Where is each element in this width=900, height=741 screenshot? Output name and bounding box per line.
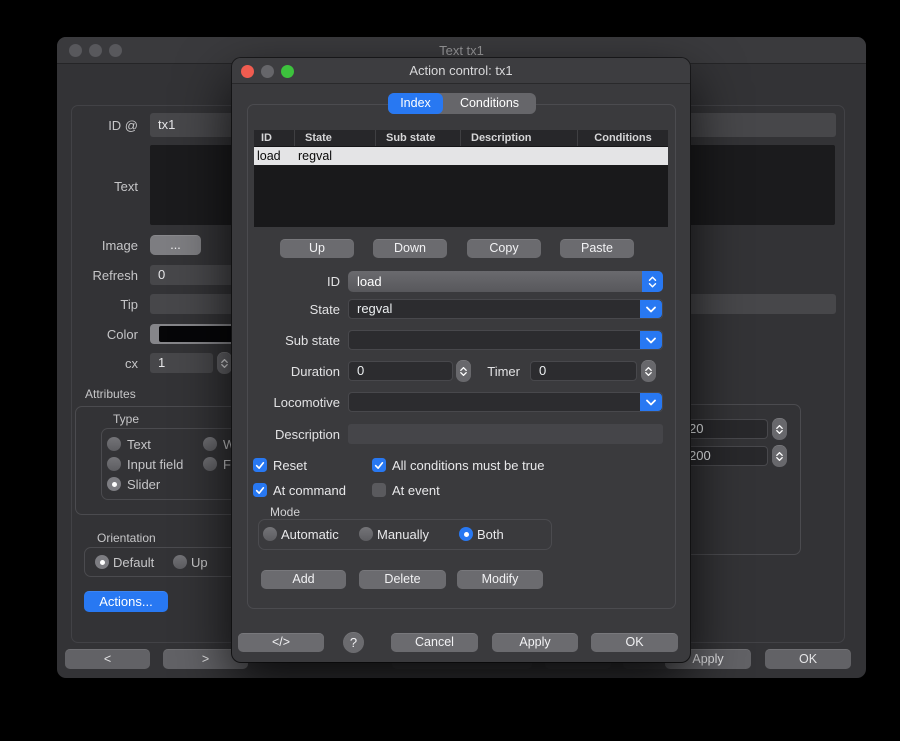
locomotive-combo[interactable]: [348, 392, 663, 412]
tab-conditions[interactable]: Conditions: [443, 93, 536, 114]
sub-state-combo[interactable]: [348, 330, 663, 350]
radio-type-input-field-label: Input field: [127, 457, 183, 472]
radio-automatic[interactable]: [263, 527, 277, 541]
dialog-title: Action control: tx1: [232, 58, 690, 84]
radio-type-slider-label: Slider: [127, 477, 160, 492]
radio-type-text[interactable]: [107, 437, 121, 451]
popup-updown-icon[interactable]: [642, 271, 663, 292]
radio-orientation-default-label: Default: [113, 555, 154, 570]
reset-checkbox[interactable]: [253, 458, 267, 472]
col-state[interactable]: State: [295, 130, 376, 146]
cx-stepper[interactable]: [217, 352, 232, 374]
type-label: Type: [113, 412, 139, 426]
radio-type-text-label: Text: [127, 437, 151, 452]
prev-button[interactable]: <: [65, 649, 150, 669]
orientation-label: Orientation: [97, 531, 156, 545]
radio-manually-label: Manually: [377, 527, 429, 542]
radio-orientation-up[interactable]: [173, 555, 187, 569]
delete-button[interactable]: Delete: [359, 570, 446, 589]
desktop: Text tx1 ID @ tx1 Text Image ... Refresh…: [0, 0, 900, 741]
col-id[interactable]: ID: [254, 130, 295, 146]
modify-button[interactable]: Modify: [457, 570, 543, 589]
bg-right-stepper-1[interactable]: [772, 418, 787, 440]
chevron-down-icon[interactable]: [640, 300, 662, 318]
description-label: Description: [242, 425, 340, 445]
text-label: Text: [77, 177, 138, 197]
table-row[interactable]: load regval: [254, 147, 668, 165]
duration-field[interactable]: 0: [348, 361, 453, 381]
radio-orientation-default[interactable]: [95, 555, 109, 569]
duration-stepper[interactable]: [456, 360, 471, 382]
action-table[interactable]: ID State Sub state Description Condition…: [253, 129, 669, 228]
state-label: State: [242, 300, 340, 320]
cancel-button[interactable]: Cancel: [391, 633, 478, 652]
radio-type-slider[interactable]: [107, 477, 121, 491]
radio-orientation-up-label: Up: [191, 555, 208, 570]
radio-type-col2-1[interactable]: [203, 437, 217, 451]
bg-right-field-1[interactable]: 20: [680, 419, 768, 439]
code-button[interactable]: </>: [238, 633, 324, 652]
tab-index[interactable]: Index: [388, 93, 443, 114]
mode-label: Mode: [270, 505, 300, 519]
col-sub-state[interactable]: Sub state: [376, 130, 461, 146]
at-event-checkbox-label: At event: [392, 483, 440, 498]
paste-button[interactable]: Paste: [560, 239, 634, 258]
cell-state: regval: [298, 147, 332, 165]
id-label: ID: [242, 272, 340, 292]
radio-automatic-label: Automatic: [281, 527, 339, 542]
radio-type-input-field[interactable]: [107, 457, 121, 471]
tip-label: Tip: [77, 295, 138, 315]
description-field[interactable]: [348, 424, 663, 444]
all-conditions-checkbox-label: All conditions must be true: [392, 458, 544, 473]
image-browse-button[interactable]: ...: [150, 235, 201, 255]
radio-both-label: Both: [477, 527, 504, 542]
at-command-checkbox-label: At command: [273, 483, 346, 498]
actions-button[interactable]: Actions...: [84, 591, 168, 612]
help-button[interactable]: ?: [343, 632, 364, 653]
reset-checkbox-label: Reset: [273, 458, 307, 473]
col-conditions[interactable]: Conditions: [578, 130, 668, 146]
timer-field[interactable]: 0: [530, 361, 637, 381]
add-button[interactable]: Add: [261, 570, 346, 589]
id-at-label: ID @: [77, 116, 138, 136]
attributes-label: Attributes: [85, 387, 136, 401]
bg-ok-button[interactable]: OK: [765, 649, 851, 669]
cell-id: load: [254, 147, 298, 165]
refresh-label: Refresh: [77, 266, 138, 286]
tab-bar: Index Conditions: [388, 93, 536, 114]
cx-label: cx: [77, 354, 138, 374]
bg-cx-field[interactable]: 1: [150, 353, 213, 373]
sub-state-label: Sub state: [242, 331, 340, 351]
radio-both[interactable]: [459, 527, 473, 541]
image-label: Image: [77, 236, 138, 256]
duration-label: Duration: [242, 362, 340, 382]
at-event-checkbox[interactable]: [372, 483, 386, 497]
all-conditions-checkbox[interactable]: [372, 458, 386, 472]
state-combo[interactable]: regval: [348, 299, 663, 319]
bg-right-field-2[interactable]: 200: [680, 446, 768, 466]
at-command-checkbox[interactable]: [253, 483, 267, 497]
up-button[interactable]: Up: [280, 239, 354, 258]
id-popup[interactable]: load: [348, 271, 663, 292]
radio-type-col2-2[interactable]: [203, 457, 217, 471]
down-button[interactable]: Down: [373, 239, 447, 258]
locomotive-label: Locomotive: [242, 393, 340, 413]
timer-label: Timer: [470, 362, 520, 382]
apply-button[interactable]: Apply: [492, 633, 578, 652]
dialog-titlebar[interactable]: Action control: tx1: [232, 58, 690, 84]
ok-button[interactable]: OK: [591, 633, 678, 652]
bg-right-stepper-2[interactable]: [772, 445, 787, 467]
color-label: Color: [77, 325, 138, 345]
dialog-action-control: Action control: tx1 Index Conditions ID …: [232, 58, 690, 662]
chevron-down-icon[interactable]: [640, 331, 662, 349]
timer-stepper[interactable]: [641, 360, 656, 382]
copy-button[interactable]: Copy: [467, 239, 541, 258]
chevron-down-icon[interactable]: [640, 393, 662, 411]
col-description[interactable]: Description: [461, 130, 578, 146]
table-header[interactable]: ID State Sub state Description Condition…: [254, 130, 668, 147]
radio-manually[interactable]: [359, 527, 373, 541]
